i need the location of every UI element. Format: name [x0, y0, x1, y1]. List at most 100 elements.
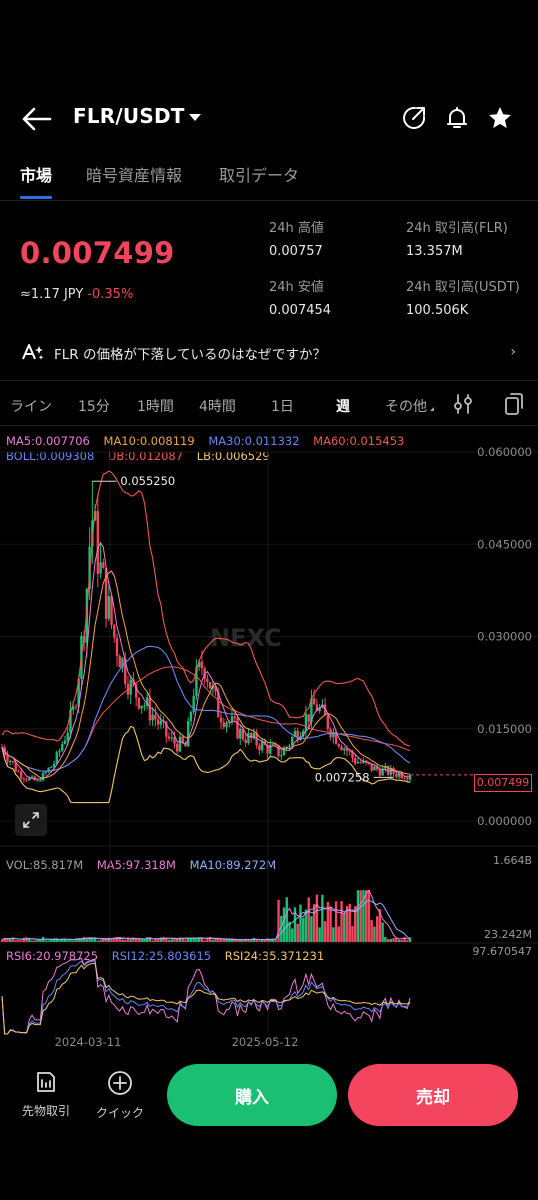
corner-caret-icon	[430, 403, 434, 411]
volume-bar	[71, 940, 75, 942]
candle-body	[170, 737, 173, 739]
rsi24-line	[1, 962, 411, 1035]
candle-body	[354, 758, 357, 764]
price-change: -0.35%	[87, 287, 134, 302]
tf-15m[interactable]: 15分	[78, 396, 110, 416]
expand-chart-button[interactable]	[15, 804, 47, 836]
price-chart[interactable]: NEXC 0.060000 0.045000 0.030000 0.015000 0.0…	[0, 428, 538, 1060]
candle-body	[249, 732, 253, 739]
bell-icon[interactable]	[444, 105, 470, 131]
pair-selector[interactable]: FLR/USDT	[73, 104, 201, 128]
volume-bar	[47, 940, 50, 942]
volume-bar	[307, 897, 310, 942]
quick-label: クイック	[95, 1106, 144, 1120]
tf-more[interactable]: その他	[385, 396, 434, 416]
top-header: FLR/USDT	[0, 95, 538, 143]
volume-bar	[99, 940, 102, 942]
candle-body	[219, 717, 223, 723]
volume-axis-label: 23.242M	[484, 928, 532, 941]
candle-body	[348, 751, 351, 753]
tab-market[interactable]: 市場	[20, 162, 52, 186]
candle-body	[19, 771, 23, 779]
volume-bar	[0, 939, 4, 942]
volume-bar	[66, 940, 69, 942]
bollinger-upper-line	[1, 470, 411, 747]
candle-body	[337, 744, 341, 747]
sell-button[interactable]: 売却	[348, 1064, 518, 1126]
volume-bar	[162, 936, 165, 942]
candle-body	[225, 722, 228, 728]
candle-body	[6, 755, 9, 762]
tab-trade-data[interactable]: 取引データ	[219, 162, 299, 186]
candle-body	[356, 761, 360, 764]
volume-bar	[291, 928, 294, 942]
tf-4h[interactable]: 4時間	[199, 396, 236, 416]
volume-bar	[129, 939, 132, 942]
plus-circle-icon	[108, 1071, 132, 1095]
volume-quote-value: 100.506K	[406, 303, 469, 318]
candle-body	[307, 714, 310, 722]
volume-bar	[318, 927, 321, 942]
tab-crypto-info[interactable]: 暗号資産情報	[86, 162, 182, 186]
share-icon[interactable]	[401, 105, 427, 131]
volume-bar	[137, 939, 141, 942]
price-axis-label: 0.045000	[477, 537, 532, 551]
volume-quote-label: 24h 取引高(USDT)	[406, 280, 520, 295]
volume-bar	[134, 939, 138, 942]
ai-question-row[interactable]: FLR の価格が下落しているのはなぜですか？ ›	[0, 340, 538, 364]
volume-bar	[151, 940, 154, 942]
quick-button[interactable]: クイック	[90, 1070, 150, 1121]
volume-bar	[219, 939, 223, 942]
volume-bar	[359, 890, 362, 942]
volume-bar	[375, 916, 379, 942]
fiat-value: ≈1.17 JPY	[20, 287, 84, 302]
candle-body	[39, 780, 42, 782]
volume-bar	[384, 937, 387, 942]
volume-bar	[211, 940, 215, 942]
volume-bar	[148, 937, 152, 942]
favorite-star-icon[interactable]	[487, 105, 513, 131]
min-price-label: 0.007258	[315, 770, 370, 784]
volume-bar	[217, 938, 220, 942]
tf-1h[interactable]: 1時間	[137, 396, 174, 416]
volume-bar	[285, 897, 288, 942]
volume-bar	[96, 940, 100, 942]
candle-body	[99, 562, 102, 574]
copy-chart-icon[interactable]	[503, 392, 525, 416]
candle-body	[406, 778, 409, 780]
candle-body	[258, 745, 261, 751]
indicator-settings-icon[interactable]	[452, 393, 474, 415]
volume-bar	[181, 938, 184, 942]
volume-bar	[302, 917, 305, 942]
tf-1d[interactable]: 1日	[271, 396, 294, 416]
price-axis-label: 0.060000	[477, 445, 532, 459]
candle-body	[189, 711, 193, 722]
futures-button[interactable]: 先物取引	[16, 1070, 76, 1119]
watermark: NEXC	[210, 624, 282, 652]
candle-body	[151, 714, 154, 721]
pair-name: FLR/USDT	[73, 104, 185, 128]
candle-body	[58, 750, 61, 753]
candle-body	[239, 728, 242, 739]
tf-week[interactable]: 週	[336, 396, 350, 416]
candle-body	[63, 740, 67, 745]
volume-bar	[392, 938, 395, 942]
back-arrow-icon[interactable]	[20, 105, 52, 133]
candle-body	[304, 714, 308, 731]
volume-bar	[33, 940, 37, 942]
chevron-down-icon	[188, 114, 201, 121]
volume-bar	[370, 920, 373, 942]
candle-body	[288, 745, 291, 747]
rsi6-line	[1, 957, 411, 1035]
volume-bar	[389, 939, 393, 942]
volume-bar	[25, 937, 28, 942]
candle-body	[271, 744, 275, 746]
candle-body	[343, 748, 346, 751]
rsi12-line	[1, 960, 411, 1035]
buy-button[interactable]: 購入	[167, 1064, 337, 1126]
candle-body	[61, 744, 64, 751]
date-axis-label: 2025-05-12	[232, 1035, 299, 1049]
tf-line[interactable]: ライン	[10, 396, 52, 416]
candle-body	[115, 637, 119, 657]
bollinger-lower-line	[1, 725, 411, 804]
